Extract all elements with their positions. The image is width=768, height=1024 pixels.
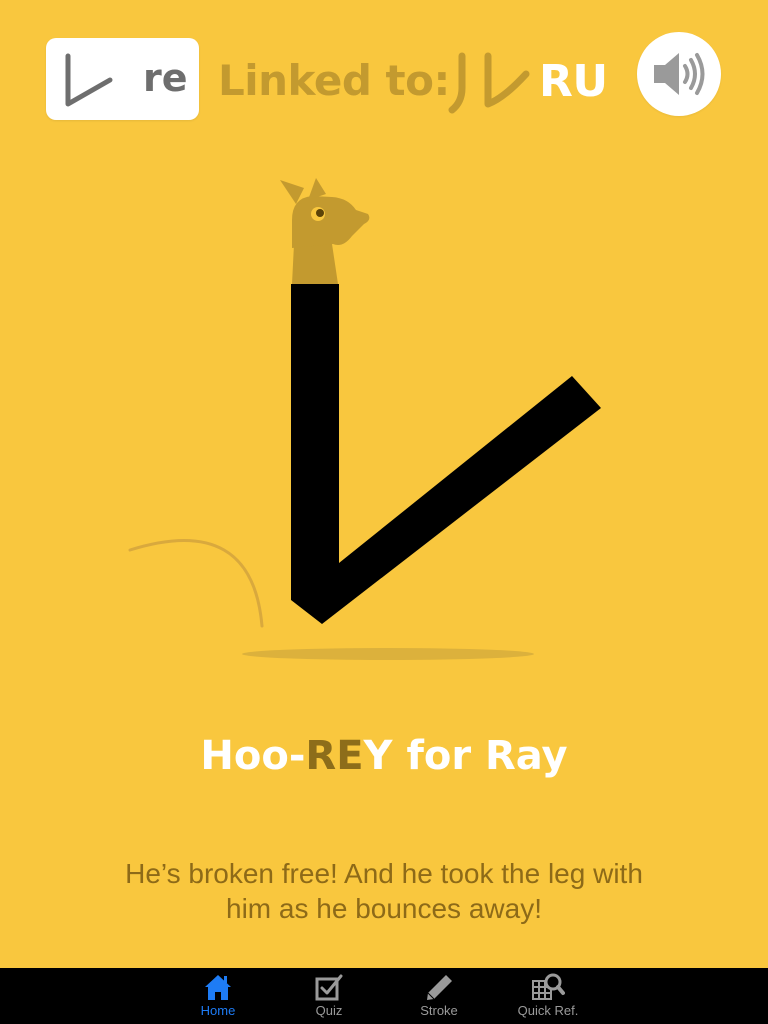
kangaroo-head-icon (280, 178, 370, 284)
tab-quiz-label: Quiz (315, 1003, 343, 1018)
linked-romaji[interactable]: RU (539, 56, 608, 108)
tab-home-label: Home (200, 1003, 236, 1018)
quiz-checkbox-icon (315, 974, 343, 1001)
mnemonic-illustration (128, 178, 601, 660)
linked-kana-ru-glyph[interactable] (448, 50, 530, 116)
tab-quiz[interactable]: Quiz (284, 968, 374, 1024)
home-icon (205, 975, 231, 1000)
ground-shadow (242, 648, 534, 660)
speaker-icon (654, 53, 705, 95)
grid-search-icon (532, 973, 565, 1000)
kana-re-glyph (65, 53, 113, 107)
mnemonic-title: Hoo-REY for Ray (0, 728, 768, 784)
bounce-trail (128, 539, 264, 628)
pencil-icon (427, 975, 452, 1000)
kana-card[interactable]: re (46, 38, 199, 120)
title-prefix: Hoo- (200, 733, 306, 779)
tab-stroke-label: Stroke (420, 1003, 458, 1018)
tab-quick-ref-label: Quick Ref. (517, 1003, 579, 1018)
title-highlight: RE (305, 733, 364, 779)
tab-quick-ref[interactable]: Quick Ref. (503, 968, 593, 1024)
tab-stroke[interactable]: Stroke (394, 968, 484, 1024)
tab-bar: Home Quiz Stroke Quick Ref. (0, 968, 768, 1024)
kana-romaji: re (143, 56, 188, 100)
title-suffix: Y for Ray (363, 733, 568, 779)
mnemonic-description: He’s broken free! And he took the leg wi… (125, 858, 643, 924)
katakana-re-stroke (291, 284, 601, 624)
sound-button[interactable] (637, 32, 721, 116)
linked-to-label: Linked to: (218, 56, 450, 105)
tab-home[interactable]: Home (173, 968, 263, 1024)
header: re Linked to: RU (0, 0, 768, 150)
